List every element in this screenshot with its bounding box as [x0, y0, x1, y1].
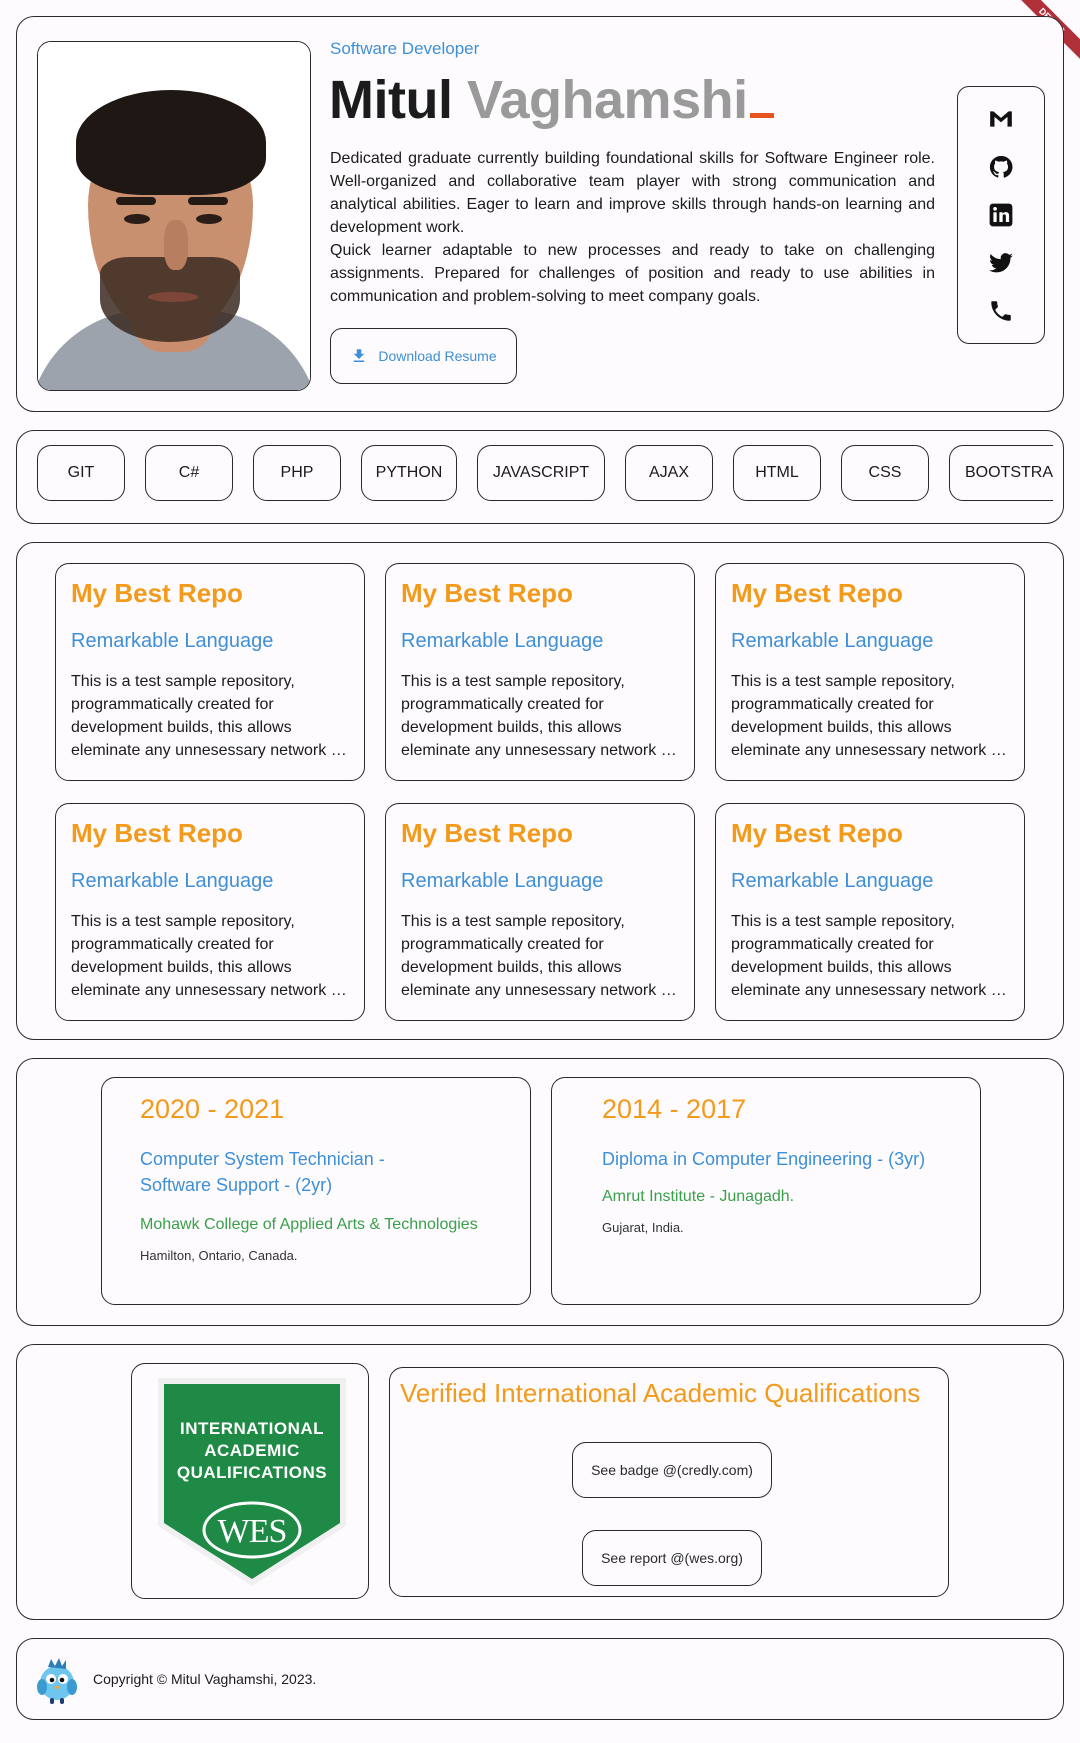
repo-card[interactable]: My Best Repo Remarkable Language This is… — [385, 563, 695, 781]
phone-icon[interactable] — [988, 298, 1014, 324]
repo-card[interactable]: My Best Repo Remarkable Language This is… — [385, 803, 695, 1021]
repo-card[interactable]: My Best Repo Remarkable Language This is… — [55, 563, 365, 781]
education-location: Gujarat, India. — [602, 1220, 684, 1235]
gmail-icon[interactable] — [988, 106, 1014, 132]
repo-description: This is a test sample repository, progra… — [731, 913, 1007, 999]
bio: Dedicated graduate currently building fo… — [330, 147, 935, 308]
education-section: 2020 - 2021 Computer System Technician -… — [16, 1058, 1064, 1326]
skill-chip-css[interactable]: CSS — [841, 445, 929, 501]
repo-card[interactable]: My Best Repo Remarkable Language This is… — [55, 803, 365, 1021]
skill-chip-javascript[interactable]: JAVASCRIPT — [477, 445, 605, 501]
repo-title: My Best Repo — [71, 578, 243, 608]
repo-language: Remarkable Language — [71, 630, 274, 652]
skills-list: GIT C# PHP PYTHON JAVASCRIPT AJAX HTML C… — [37, 445, 1053, 505]
repo-language: Remarkable Language — [731, 630, 934, 652]
repo-language: Remarkable Language — [401, 630, 604, 652]
education-school: Mohawk College of Applied Arts & Technol… — [140, 1216, 478, 1233]
repo-description: This is a test sample repository, progra… — [731, 673, 1007, 759]
github-icon[interactable] — [988, 154, 1014, 180]
qualification-card: Verified International Academic Qualific… — [389, 1367, 949, 1597]
job-role: Software Developer — [330, 39, 480, 58]
repositories-section: My Best Repo Remarkable Language This is… — [16, 542, 1064, 1040]
hero-section: Software Developer Mitul Vaghamshi Dedic… — [16, 16, 1064, 412]
repo-description: This is a test sample repository, progra… — [401, 913, 677, 999]
credentials-section: INTERNATIONAL ACADEMIC QUALIFICATIONS WE… — [16, 1344, 1064, 1620]
education-degree: Computer System Technician - Software Su… — [140, 1149, 385, 1195]
skill-chip-ajax[interactable]: AJAX — [625, 445, 713, 501]
copyright-text: Copyright © Mitul Vaghamshi, 2023. — [93, 1671, 317, 1687]
repo-description: This is a test sample repository, progra… — [71, 673, 347, 759]
repo-description: This is a test sample repository, progra… — [71, 913, 347, 999]
badge-line: INTERNATIONAL — [179, 1419, 325, 1438]
repo-title: My Best Repo — [731, 818, 903, 848]
education-years: 2020 - 2021 — [140, 1094, 285, 1124]
bio-paragraph-2: Quick learner adaptable to new processes… — [330, 242, 935, 305]
profile-photo — [37, 41, 311, 391]
linkedin-icon[interactable] — [988, 202, 1014, 228]
cursor-icon — [749, 113, 774, 118]
repo-description: This is a test sample repository, progra… — [401, 673, 677, 759]
education-card: 2014 - 2017 Diploma in Computer Engineer… — [551, 1077, 981, 1305]
footer: Copyright © Mitul Vaghamshi, 2023. — [16, 1638, 1064, 1720]
repo-card[interactable]: My Best Repo Remarkable Language This is… — [715, 563, 1025, 781]
social-links — [957, 86, 1045, 344]
education-card: 2020 - 2021 Computer System Technician -… — [101, 1077, 531, 1305]
wes-logo: WES — [217, 1513, 288, 1550]
first-name: Mitul — [329, 70, 453, 130]
repo-language: Remarkable Language — [731, 870, 934, 892]
repo-title: My Best Repo — [401, 578, 573, 608]
full-name: Mitul Vaghamshi — [329, 69, 774, 131]
skills-section: GIT C# PHP PYTHON JAVASCRIPT AJAX HTML C… — [16, 430, 1064, 524]
education-years: 2014 - 2017 — [602, 1094, 747, 1124]
see-report-button[interactable]: See report @(wes.org) — [582, 1530, 762, 1586]
skill-chip-python[interactable]: PYTHON — [361, 445, 457, 501]
repo-language: Remarkable Language — [71, 870, 274, 892]
badge-line: QUALIFICATIONS — [176, 1463, 328, 1482]
repo-title: My Best Repo — [401, 818, 573, 848]
bird-mascot-icon — [37, 1658, 77, 1704]
skill-chip-html[interactable]: HTML — [733, 445, 821, 501]
badge-line: ACADEMIC — [204, 1441, 300, 1460]
repo-language: Remarkable Language — [401, 870, 604, 892]
skill-chip-git[interactable]: GIT — [37, 445, 125, 501]
skill-chip-bootstrap[interactable]: BOOTSTRAP — [949, 445, 1053, 501]
twitter-icon[interactable] — [988, 250, 1014, 276]
download-icon — [354, 349, 365, 362]
education-degree: Diploma in Computer Engineering - (3yr) — [602, 1149, 926, 1169]
qualification-title: Verified International Academic Qualific… — [400, 1378, 921, 1408]
education-school: Amrut Institute - Junagadh. — [602, 1188, 795, 1205]
repo-title: My Best Repo — [71, 818, 243, 848]
repo-card[interactable]: My Best Repo Remarkable Language This is… — [715, 803, 1025, 1021]
download-resume-button[interactable]: Download Resume — [330, 328, 517, 384]
see-badge-button[interactable]: See badge @(credly.com) — [572, 1442, 772, 1498]
badge-text: INTERNATIONAL ACADEMIC QUALIFICATIONS — [152, 1418, 352, 1484]
last-name: Vaghamshi — [466, 70, 748, 130]
bio-paragraph-1: Dedicated graduate currently building fo… — [330, 150, 935, 236]
download-resume-label: Download Resume — [378, 348, 497, 364]
skill-chip-php[interactable]: PHP — [253, 445, 341, 501]
repo-title: My Best Repo — [731, 578, 903, 608]
wes-badge-card[interactable]: INTERNATIONAL ACADEMIC QUALIFICATIONS WE… — [131, 1363, 369, 1599]
skill-chip-csharp[interactable]: C# — [145, 445, 233, 501]
education-location: Hamilton, Ontario, Canada. — [140, 1248, 298, 1263]
